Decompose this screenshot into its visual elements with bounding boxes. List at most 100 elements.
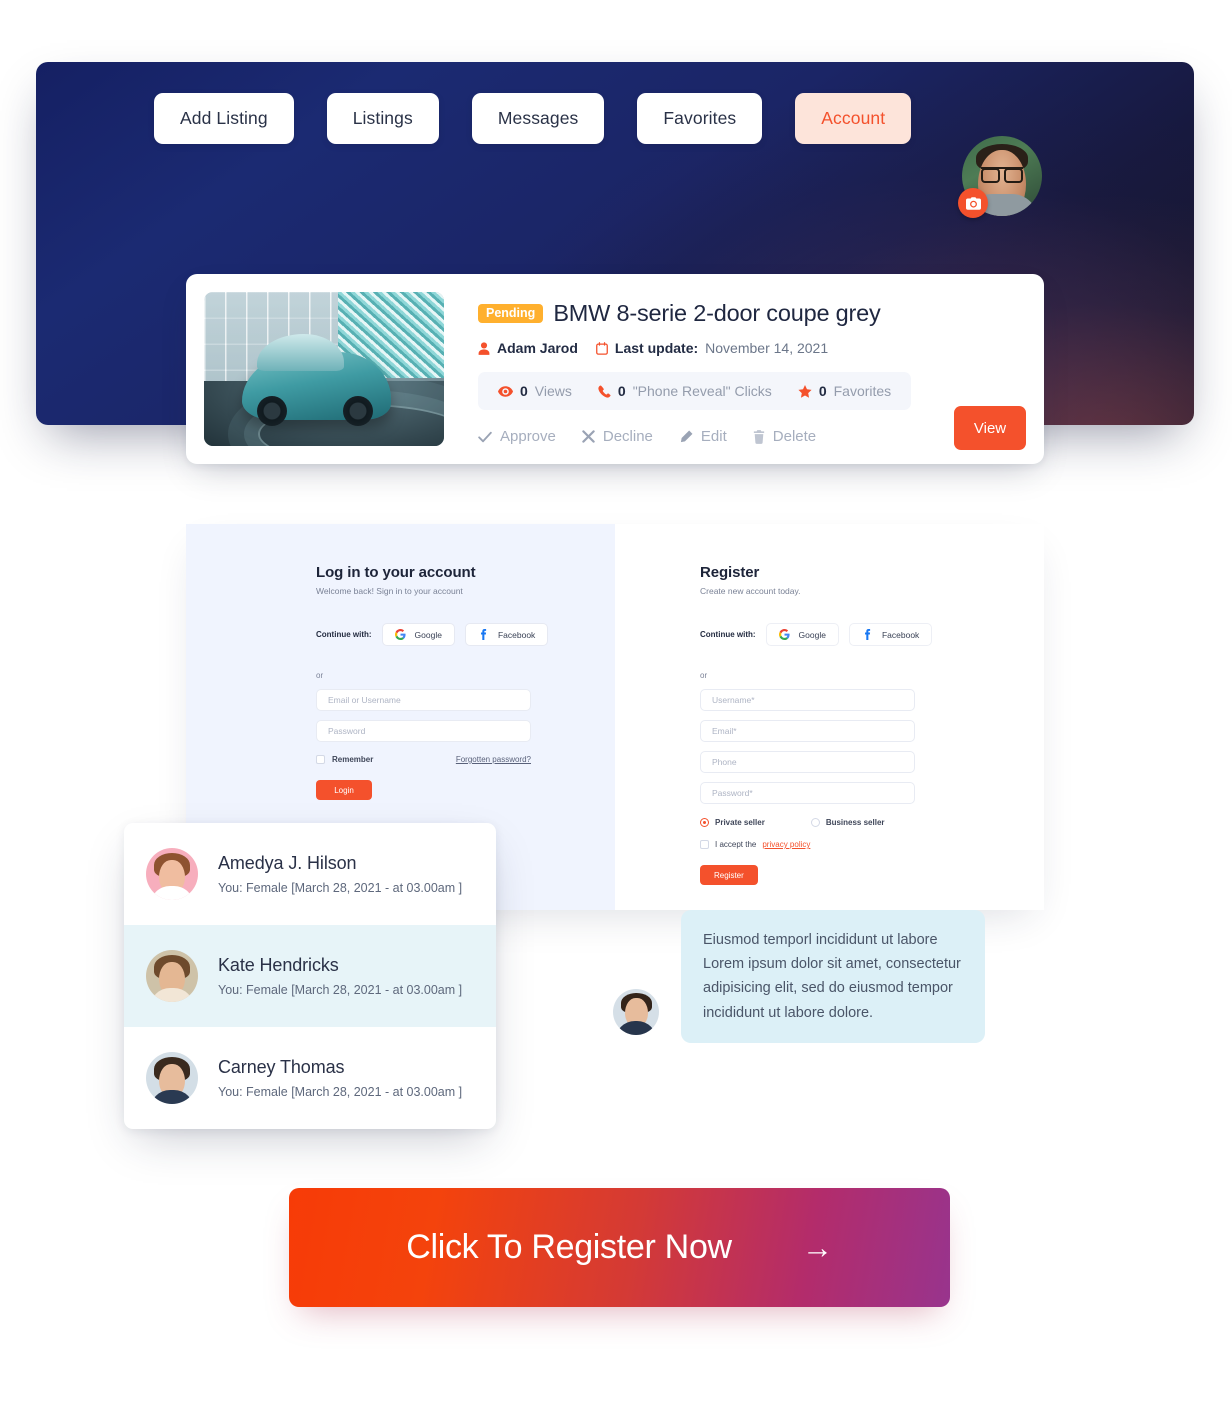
list-item-text: Amedya J. Hilson You: Female [March 28, … [218, 853, 462, 895]
login-password-field[interactable]: Password [316, 720, 531, 742]
view-button[interactable]: View [954, 406, 1026, 450]
page-title: BMW 8-serie 2-door coupe grey [553, 300, 881, 326]
login-options-row: Remember Forgotten password? [316, 755, 531, 764]
author-name: Adam Jarod [497, 340, 578, 356]
register-heading: Register [700, 564, 760, 581]
business-seller-radio[interactable] [810, 818, 820, 827]
avatar-body [150, 988, 194, 1002]
register-phone-field[interactable]: Phone [700, 751, 915, 773]
forgot-password-link[interactable]: Forgotten password? [456, 755, 531, 764]
login-email-placeholder: Email or Username [328, 695, 401, 705]
decline-button[interactable]: Decline [582, 428, 653, 445]
login-password-placeholder: Password [328, 726, 366, 736]
register-cta-button[interactable]: Click To Register Now → [289, 1188, 950, 1307]
login-subheading: Welcome back! Sign in to your account [316, 586, 463, 596]
seller-type-business[interactable]: Business seller [810, 818, 885, 827]
google-label: Google [414, 629, 442, 640]
cross-icon [582, 430, 595, 443]
register-password-field[interactable]: Password* [700, 782, 915, 804]
list-item[interactable]: Kate Hendricks You: Female [March 28, 20… [124, 925, 496, 1027]
google-icon [778, 629, 790, 640]
facebook-label: Facebook [881, 629, 920, 640]
update-date: November 14, 2021 [705, 340, 829, 356]
listing-stats: 0 Views 0 "Phone Reveal" Clicks 0 Favori… [478, 372, 912, 410]
star-icon [798, 384, 812, 398]
contact-preview: You: Female [March 28, 2021 - at 03.00am… [218, 1085, 463, 1099]
nav-item-account[interactable]: Account [795, 93, 912, 144]
google-icon [394, 629, 406, 640]
nav-item-add-listing[interactable]: Add Listing [154, 93, 294, 144]
accept-policy-checkbox[interactable] [700, 840, 709, 849]
accept-policy-text: I accept the [715, 840, 757, 849]
trash-icon [753, 429, 764, 444]
seller-type-row: Private seller Business seller [700, 818, 1044, 827]
listing-author: Adam Jarod [478, 340, 578, 356]
thumb-wheel [256, 395, 287, 426]
stat-favorites: 0 Favorites [798, 383, 891, 399]
business-seller-label: Business seller [825, 818, 885, 827]
camera-icon[interactable] [958, 188, 988, 218]
seller-type-private[interactable]: Private seller [700, 818, 765, 827]
facebook-icon [864, 629, 871, 640]
phone-icon [598, 384, 611, 398]
login-social-row: Continue with: Google Facebook [316, 623, 615, 646]
nav-item-listings[interactable]: Listings [326, 93, 439, 144]
nav-label: Messages [497, 108, 579, 128]
nav-label: Add Listing [180, 108, 268, 128]
action-label: Edit [700, 428, 727, 445]
update-label: Last update: [614, 340, 699, 356]
list-item-text: Kate Hendricks You: Female [March 28, 20… [218, 955, 462, 997]
edit-button[interactable]: Edit [679, 428, 727, 445]
stat-count: 0 [818, 383, 827, 399]
remember-me[interactable]: Remember [316, 755, 373, 764]
arrow-right-icon: → [801, 1230, 833, 1265]
nav-item-favorites[interactable]: Favorites [637, 93, 763, 144]
facebook-login-button[interactable]: Facebook [464, 623, 549, 646]
login-button[interactable]: Login [316, 780, 372, 800]
nav-item-messages[interactable]: Messages [471, 93, 605, 144]
remember-label: Remember [332, 755, 374, 764]
listing-thumbnail[interactable] [204, 292, 444, 446]
facebook-icon [480, 629, 487, 640]
login-email-field[interactable]: Email or Username [316, 689, 531, 711]
pencil-icon [680, 430, 693, 442]
register-phone-placeholder: Phone [712, 757, 737, 767]
register-button[interactable]: Register [700, 865, 758, 885]
continue-with-label: Continue with: [700, 630, 756, 639]
facebook-register-button[interactable]: Facebook [848, 623, 933, 646]
avatar [146, 848, 198, 900]
register-subheading: Create new account today. [700, 586, 801, 596]
delete-button[interactable]: Delete [753, 428, 816, 445]
user-avatar-wrapper[interactable] [958, 136, 1042, 218]
register-email-field[interactable]: Email* [700, 720, 915, 742]
listing-details: Pending BMW 8-serie 2-door coupe grey Ad… [444, 292, 1026, 450]
stat-label: "Phone Reveal" Clicks [632, 383, 772, 399]
privacy-policy-link[interactable]: privacy policy [762, 840, 810, 849]
google-register-button[interactable]: Google [765, 623, 839, 646]
register-password-placeholder: Password* [712, 788, 753, 798]
remember-checkbox[interactable] [316, 755, 325, 764]
stat-label: Favorites [833, 383, 892, 399]
register-email-placeholder: Email* [712, 726, 737, 736]
list-item[interactable]: Amedya J. Hilson You: Female [March 28, … [124, 823, 496, 925]
list-item[interactable]: Carney Thomas You: Female [March 28, 202… [124, 1027, 496, 1129]
contact-name: Carney Thomas [218, 1057, 345, 1077]
private-seller-label: Private seller [715, 818, 765, 827]
avatar-body [150, 1090, 194, 1104]
google-login-button[interactable]: Google [381, 623, 455, 646]
private-seller-radio[interactable] [700, 818, 709, 827]
google-label: Google [798, 629, 826, 640]
register-panel: Register Create new account today. Conti… [615, 524, 1044, 910]
user-icon [478, 341, 490, 355]
register-username-placeholder: Username* [712, 695, 755, 705]
chat-sender-avatar [613, 989, 659, 1035]
action-label: Decline [602, 428, 653, 445]
register-username-field[interactable]: Username* [700, 689, 915, 711]
stat-phone-reveal-clicks: 0 "Phone Reveal" Clicks [598, 383, 772, 399]
continue-with-label: Continue with: [316, 630, 372, 639]
contact-name: Amedya J. Hilson [218, 853, 357, 873]
nav-label: Listings [352, 108, 413, 128]
approve-button[interactable]: Approve [478, 428, 556, 445]
cta-label: Click To Register Now [406, 1228, 732, 1266]
eye-icon [498, 385, 513, 397]
